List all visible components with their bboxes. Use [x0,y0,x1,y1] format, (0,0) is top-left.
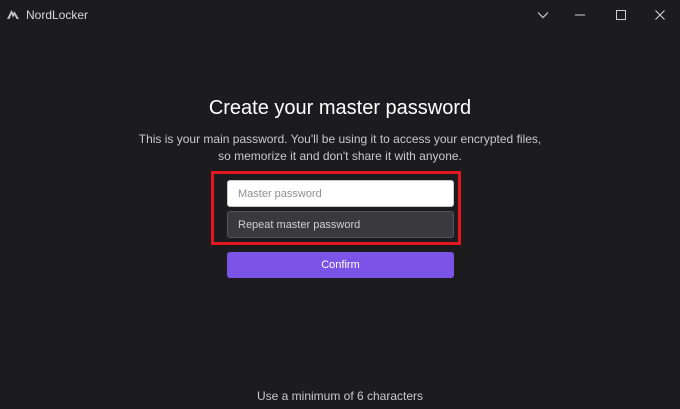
nordlocker-logo-icon [6,7,20,21]
subtitle-line-1: This is your main password. You'll be us… [138,132,542,146]
password-hint: Use a minimum of 6 characters [256,389,424,403]
title-bar[interactable]: NordLocker [0,0,680,30]
dropdown-menu-button[interactable] [523,0,563,30]
page-subtitle: This is your main password. You'll be us… [0,131,680,165]
close-button[interactable] [640,0,680,30]
minimize-button[interactable] [560,0,600,30]
confirm-button[interactable]: Confirm [227,252,454,278]
repeat-master-password-input[interactable] [227,211,454,238]
master-password-input[interactable] [227,180,454,207]
chevron-down-icon [537,11,549,19]
subtitle-line-2: so memorize it and don't share it with a… [218,149,462,163]
app-title: NordLocker [26,8,89,22]
close-icon [655,10,665,20]
minimize-icon [575,14,585,16]
maximize-button[interactable] [601,0,641,30]
page-title: Create your master password [208,97,472,119]
maximize-icon [616,10,626,20]
nordlocker-window: NordLocker Create your master password T… [0,0,680,409]
